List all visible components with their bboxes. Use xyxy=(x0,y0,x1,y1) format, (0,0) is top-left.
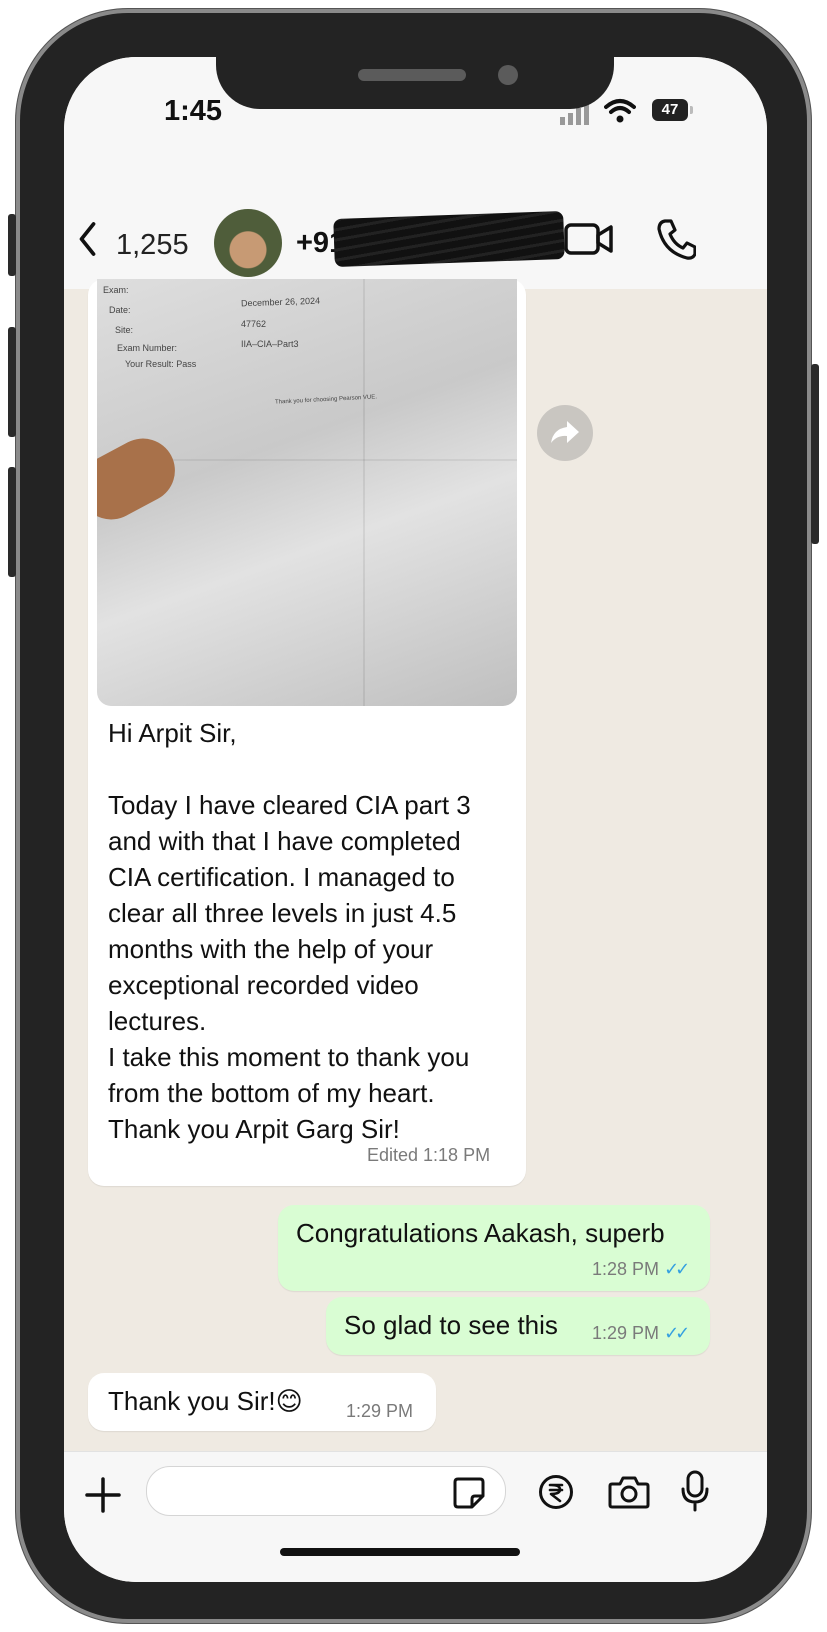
unread-count[interactable]: 1,255 xyxy=(116,229,189,262)
volume-up-button xyxy=(8,327,16,437)
chat-header: 1,255 +91 xyxy=(64,147,767,290)
message-text: Thank you Sir!😊 xyxy=(108,1386,303,1416)
timestamp-text: 1:28 PM xyxy=(592,1259,660,1279)
home-indicator[interactable] xyxy=(280,1548,520,1556)
thumb xyxy=(97,427,187,531)
power-button xyxy=(811,364,819,544)
rupee-payment-icon[interactable] xyxy=(538,1474,574,1510)
share-arrow-icon xyxy=(551,421,579,443)
message-timestamp: Edited 1:18 PM xyxy=(367,1145,491,1165)
message-bubble-incoming[interactable]: Thank you Sir!😊 1:29 PM xyxy=(88,1373,436,1431)
speaker-grille xyxy=(358,69,466,81)
volume-down-button xyxy=(8,467,16,577)
composer-bar xyxy=(64,1451,767,1582)
double-check-icon: ✓✓ xyxy=(664,1259,690,1279)
paper-fold xyxy=(363,279,365,706)
video-call-icon[interactable] xyxy=(564,219,614,259)
doc-exam-number-value: IIA–CIA–Part3 xyxy=(241,339,299,349)
phone-call-icon[interactable] xyxy=(656,217,696,261)
front-camera xyxy=(498,65,518,85)
message-bubble-incoming[interactable]: Exam: Date: December 26, 2024 Site: 4776… xyxy=(88,279,526,1186)
plus-icon[interactable] xyxy=(84,1476,122,1514)
status-time: 1:45 xyxy=(164,95,223,127)
screen: 1:45 47 1,255 +91 Exam: Date: December 2… xyxy=(64,57,767,1582)
message-text: Congratulations Aakash, superb xyxy=(296,1218,665,1248)
notch xyxy=(216,55,614,109)
double-check-icon: ✓✓ xyxy=(664,1323,690,1343)
doc-exam-label: Exam: xyxy=(103,285,129,295)
message-bubble-outgoing[interactable]: Congratulations Aakash, superb 1:28 PM ✓… xyxy=(278,1205,710,1291)
avatar[interactable] xyxy=(214,209,282,277)
doc-site-value: 47762 xyxy=(241,319,267,329)
message-timestamp: 1:29 PM ✓✓ xyxy=(592,1323,690,1344)
forward-button[interactable] xyxy=(537,405,593,461)
camera-icon[interactable] xyxy=(608,1474,650,1510)
doc-site-label: Site: xyxy=(115,325,134,335)
doc-result: Your Result: Pass xyxy=(125,359,197,369)
sticker-icon[interactable] xyxy=(452,1476,486,1510)
timestamp-text: 1:29 PM xyxy=(592,1323,660,1343)
message-timestamp: 1:28 PM ✓✓ xyxy=(592,1259,690,1280)
doc-exam-number-label: Exam Number: xyxy=(117,343,178,353)
doc-date-value: December 26, 2024 xyxy=(240,295,321,309)
message-bubble-outgoing[interactable]: So glad to see this 1:29 PM ✓✓ xyxy=(326,1297,710,1355)
doc-thanks: Thank you for choosing Pearson VUE. xyxy=(274,394,378,406)
photo-attachment[interactable]: Exam: Date: December 26, 2024 Site: 4776… xyxy=(97,279,517,706)
redaction-scribble xyxy=(333,211,565,267)
chat-area: Exam: Date: December 26, 2024 Site: 4776… xyxy=(64,279,767,1451)
back-chevron-icon[interactable] xyxy=(74,219,104,259)
mute-switch xyxy=(8,214,16,276)
message-timestamp: 1:29 PM xyxy=(346,1401,414,1421)
battery-cap xyxy=(690,106,693,114)
battery-icon: 47 xyxy=(652,99,688,121)
message-text: Hi Arpit Sir, Today I have cleared CIA p… xyxy=(108,718,471,1144)
wifi-icon xyxy=(604,99,636,123)
doc-date-label: Date: xyxy=(109,305,131,315)
microphone-icon[interactable] xyxy=(680,1470,710,1512)
message-text: So glad to see this xyxy=(344,1310,558,1340)
